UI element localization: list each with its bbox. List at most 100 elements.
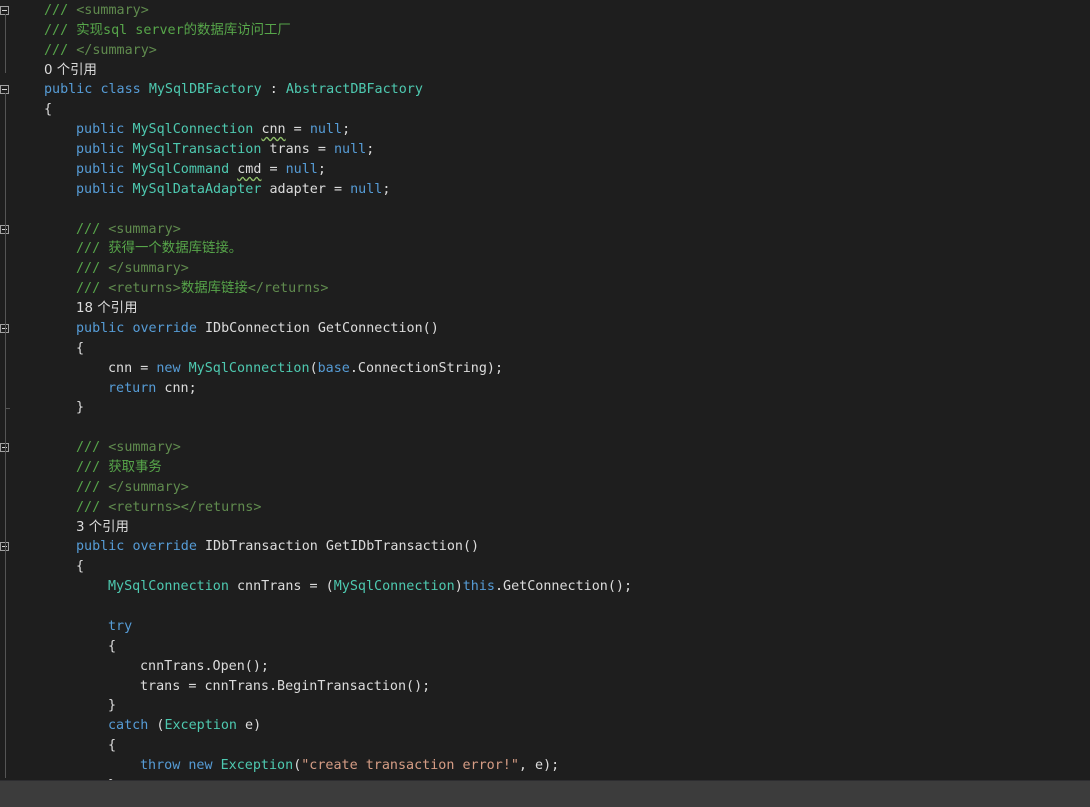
keyword-token: throw xyxy=(140,758,181,774)
code-line: /// 实现sql server的数据库访问工厂 xyxy=(44,21,291,40)
code-editor[interactable]: /// <summary> /// 实现sql server的数据库访问工厂 ///… xyxy=(0,0,1090,780)
code-line: public override IDbConnection GetConnect… xyxy=(76,319,439,338)
keyword-token: catch xyxy=(108,718,149,734)
code-line: cnnTrans.Open(); xyxy=(140,657,269,676)
code-token: trans = cnnTrans.BeginTransaction(); xyxy=(140,678,431,694)
keyword-token: new xyxy=(156,360,181,376)
outline-guide xyxy=(5,451,6,530)
code-line: public class MySqlDBFactory : AbstractDB… xyxy=(44,80,423,99)
comment-token: </summary> xyxy=(76,42,157,58)
code-line: } xyxy=(76,398,84,417)
code-token: adapter = xyxy=(261,181,351,197)
keyword-token: class xyxy=(100,82,141,98)
code-token: IDbConnection GetConnection() xyxy=(196,320,439,336)
code-line: public MySqlConnection cnn = null; xyxy=(76,120,350,139)
code-token: .GetConnection(); xyxy=(495,579,633,595)
type-token: MySqlDBFactory xyxy=(148,82,262,98)
keyword-token: try xyxy=(108,618,133,634)
comment-token: <returns></returns> xyxy=(108,499,262,515)
comment-token: /// xyxy=(76,440,109,456)
status-bar xyxy=(0,780,1090,807)
comment-token: </summary> xyxy=(108,479,189,495)
code-token: trans = xyxy=(261,142,334,158)
code-token: = xyxy=(261,161,286,177)
comment-token: 数据库链接 xyxy=(180,281,248,297)
type-token: MySqlCommand xyxy=(132,161,230,177)
comment-token: </summary> xyxy=(108,261,189,277)
code-line: /// </summary> xyxy=(44,41,157,60)
code-line: return cnn; xyxy=(108,379,197,398)
code-line: trans = cnnTrans.BeginTransaction(); xyxy=(140,677,430,696)
outline-guide xyxy=(5,331,6,411)
code-line: MySqlConnection cnnTrans = (MySqlConnect… xyxy=(108,577,632,596)
code-token: .ConnectionString); xyxy=(349,360,504,376)
keyword-token: this xyxy=(462,579,495,595)
keyword-token: base xyxy=(317,360,350,376)
code-line: public MySqlCommand cmd = null; xyxy=(76,160,326,179)
comment-token: <summary> xyxy=(108,221,181,237)
codelens-references[interactable]: 3 个引用 xyxy=(76,518,129,537)
keyword-token: public xyxy=(76,539,125,555)
comment-token: /// xyxy=(44,42,77,58)
comment-token: <summary> xyxy=(76,3,149,18)
code-line: { xyxy=(108,736,116,755)
keyword-token: null xyxy=(350,181,383,197)
code-token: { xyxy=(108,738,117,754)
type-token: MySqlConnection xyxy=(333,579,455,595)
type-token: Exception xyxy=(164,718,237,734)
comment-token: /// 获取事务 xyxy=(76,460,162,475)
keyword-token: public xyxy=(44,82,93,98)
keyword-token: public xyxy=(76,320,125,336)
code-token: : xyxy=(261,82,286,98)
keyword-token: public xyxy=(76,161,125,177)
code-token: ) xyxy=(454,579,463,595)
code-line: /// <summary> xyxy=(76,438,181,457)
code-token: = xyxy=(285,122,310,138)
comment-token: /// 获得一个数据库链接。 xyxy=(76,241,243,257)
code-line: { xyxy=(44,100,52,119)
codelens-references[interactable]: 18 个引用 xyxy=(76,299,137,318)
code-token: ; xyxy=(317,161,326,177)
code-line: /// <summary> xyxy=(44,1,149,20)
code-line: } xyxy=(108,696,116,715)
code-token: cnnTrans = ( xyxy=(228,579,334,595)
code-token: , e); xyxy=(518,758,560,774)
code-token: { xyxy=(44,102,53,118)
keyword-token: null xyxy=(309,122,343,138)
comment-token: <returns> xyxy=(108,281,181,297)
code-token: 18 个引用 xyxy=(76,301,138,317)
keyword-token: public xyxy=(76,181,125,197)
comment-token: /// xyxy=(76,499,109,515)
code-line: /// 获得一个数据库链接。 xyxy=(76,239,242,258)
comment-token: /// xyxy=(44,3,77,18)
code-token: ; xyxy=(342,122,351,138)
code-line: /// <returns></returns> xyxy=(76,498,261,517)
outline-guide xyxy=(5,550,6,778)
code-line: { xyxy=(76,557,84,576)
code-token: } xyxy=(76,400,85,416)
code-token: } xyxy=(108,698,117,714)
code-line: public MySqlDataAdapter adapter = null; xyxy=(76,180,390,199)
code-token: cnnTrans.Open(); xyxy=(140,658,269,674)
code-line: /// <returns>数据库链接</returns> xyxy=(76,279,328,298)
code-line: { xyxy=(108,637,116,656)
keyword-token: public xyxy=(76,142,125,158)
comment-token: /// xyxy=(76,479,109,495)
codelens-references[interactable]: 0 个引用 xyxy=(44,61,97,80)
code-token: cnn = xyxy=(108,360,157,376)
comment-token: /// xyxy=(76,261,109,277)
keyword-token: public xyxy=(76,122,125,138)
code-line: /// </summary> xyxy=(76,259,189,278)
keyword-token: null xyxy=(285,161,318,177)
comment-token: /// xyxy=(76,281,109,297)
type-token: MySqlConnection xyxy=(188,360,310,376)
keyword-token: override xyxy=(132,539,197,555)
type-token: MySqlConnection xyxy=(108,579,229,595)
code-token: cmd xyxy=(237,161,262,177)
type-token: MySqlConnection xyxy=(132,122,254,138)
code-token: e) xyxy=(237,718,262,734)
comment-token: /// xyxy=(76,221,109,237)
code-line: { xyxy=(76,339,84,358)
